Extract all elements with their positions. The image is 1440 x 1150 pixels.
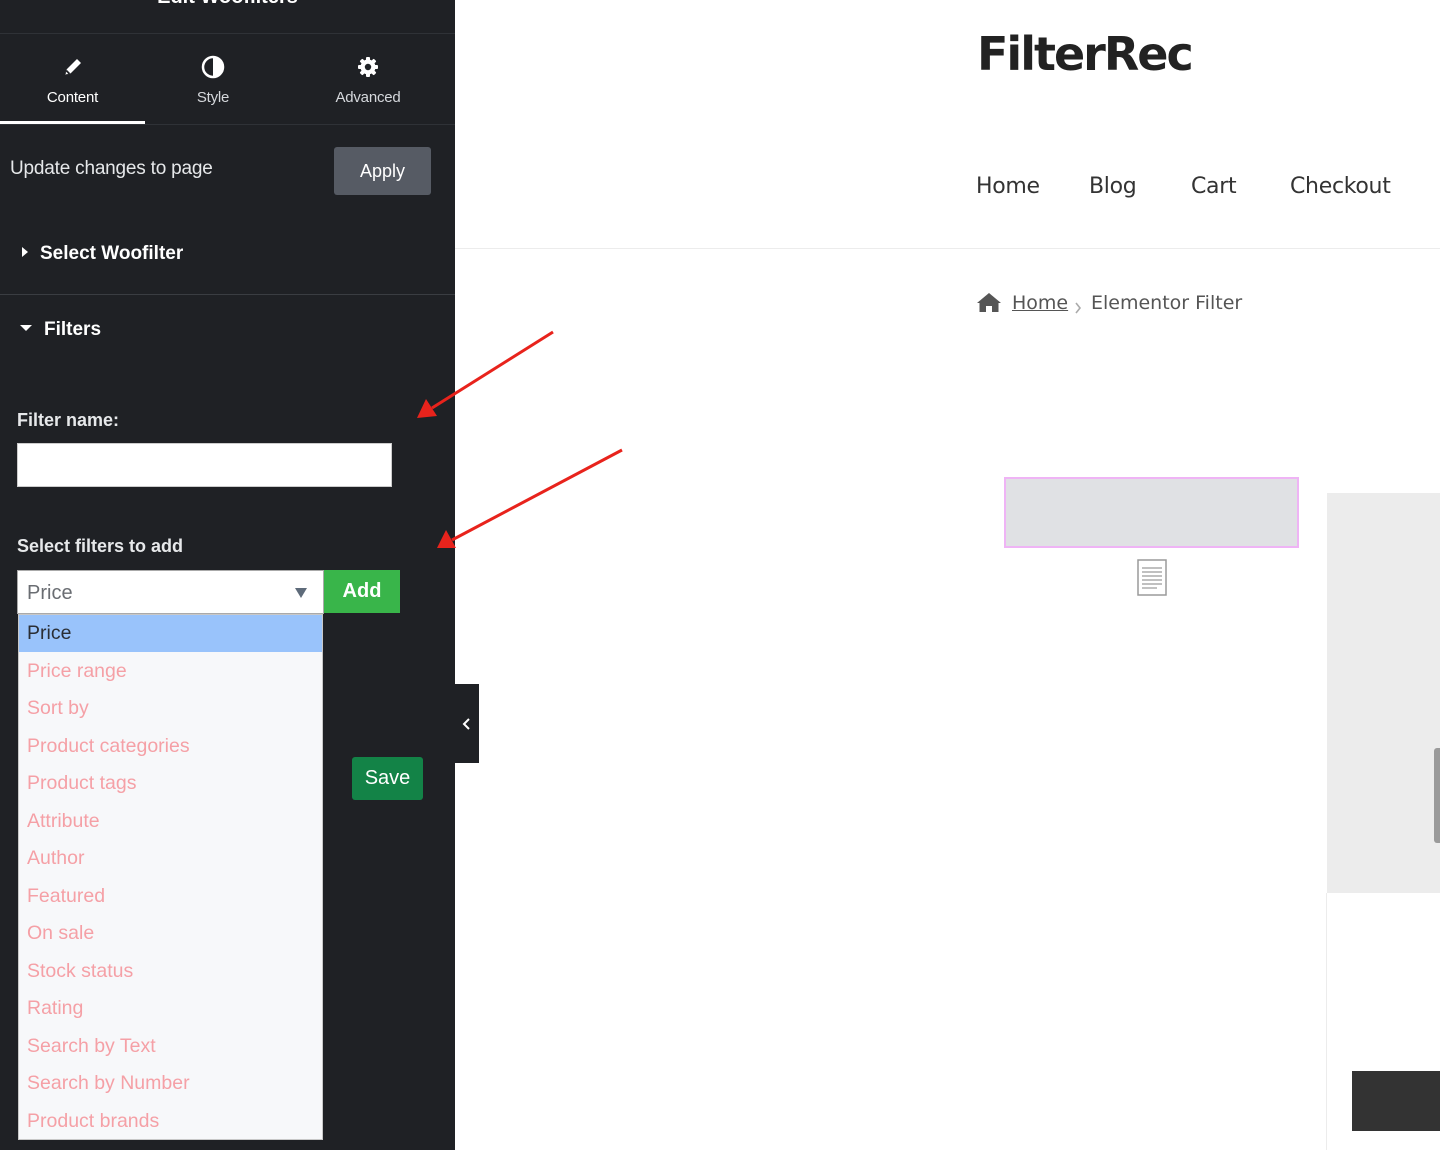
dropdown-option[interactable]: Search by Number <box>19 1065 322 1102</box>
add-filter-button[interactable]: Add <box>324 570 400 613</box>
filter-type-select[interactable]: Price <box>17 570 324 614</box>
dropdown-option[interactable]: On sale <box>19 915 322 952</box>
panel-tabs: Content Style Advanced <box>0 34 455 124</box>
breadcrumb-current: Elementor Filter <box>1091 292 1243 314</box>
contrast-icon <box>200 54 226 80</box>
dropdown-option[interactable]: Product categories <box>19 728 322 765</box>
panel-title: Edit Woofilters <box>0 0 455 8</box>
chevron-right-icon <box>1074 297 1082 319</box>
dropdown-option[interactable]: Stock status <box>19 953 322 990</box>
apply-button[interactable]: Apply <box>334 147 431 195</box>
tab-label: Advanced <box>335 89 401 106</box>
dropdown-option[interactable]: Attribute <box>19 803 322 840</box>
dropdown-option[interactable]: Rating <box>19 990 322 1027</box>
select-filters-label: Select filters to add <box>17 536 184 556</box>
nav-link-checkout[interactable]: Checkout <box>1290 174 1391 199</box>
nav-link-blog[interactable]: Blog <box>1089 174 1137 199</box>
home-icon <box>976 291 1002 318</box>
product-image[interactable] <box>1327 493 1440 893</box>
pencil-icon <box>60 54 86 80</box>
dropdown-option[interactable]: Author <box>19 840 322 877</box>
gear-icon <box>355 54 381 80</box>
product-button[interactable] <box>1352 1071 1440 1131</box>
caret-down-icon <box>20 324 32 331</box>
tab-content[interactable]: Content <box>0 34 145 124</box>
tab-label: Style <box>196 89 230 106</box>
tab-advanced[interactable]: Advanced <box>281 34 455 124</box>
woofilter-widget-placeholder[interactable] <box>1004 477 1299 548</box>
divider <box>0 294 455 295</box>
section-filters[interactable]: Filters <box>20 319 101 341</box>
nav-link-home[interactable]: Home <box>976 174 1040 199</box>
select-value: Price <box>27 582 73 604</box>
dropdown-arrow-icon <box>295 588 307 598</box>
caret-right-icon <box>22 246 28 257</box>
divider <box>0 124 455 125</box>
document-icon <box>1137 559 1167 601</box>
site-title[interactable]: FilterRec <box>977 27 1194 81</box>
section-title: Filters <box>44 319 102 340</box>
header-divider <box>455 248 1440 249</box>
tab-label: Content <box>46 89 99 106</box>
dropdown-option[interactable]: Featured <box>19 878 322 915</box>
save-button[interactable]: Save <box>352 757 423 800</box>
section-select-woofilter[interactable]: Select Woofilter <box>20 243 183 265</box>
breadcrumb-home-link[interactable]: Home <box>1012 292 1068 314</box>
dropdown-option[interactable]: Price <box>19 615 322 652</box>
nav-link-cart[interactable]: Cart <box>1191 174 1237 199</box>
product-card-border <box>1326 893 1327 1150</box>
dropdown-option[interactable]: Search by Text <box>19 1028 322 1065</box>
panel-collapse-toggle[interactable] <box>455 684 479 763</box>
section-title: Select Woofilter <box>40 243 184 264</box>
dropdown-option[interactable]: Product brands <box>19 1103 322 1140</box>
product-image-detail <box>1434 748 1440 843</box>
filter-type-dropdown-list: Price Price range Sort by Product catego… <box>18 614 323 1140</box>
tab-style[interactable]: Style <box>145 34 281 124</box>
update-changes-label: Update changes to page <box>10 158 213 179</box>
dropdown-option[interactable]: Sort by <box>19 690 322 727</box>
filter-name-input[interactable] <box>17 443 392 487</box>
red-arrow-icon <box>437 448 623 548</box>
filter-name-label: Filter name: <box>17 410 120 430</box>
editor-panel: Edit Woofilters Content Style <box>0 0 455 1150</box>
dropdown-option[interactable]: Product tags <box>19 765 322 802</box>
dropdown-option[interactable]: Price range <box>19 653 322 690</box>
